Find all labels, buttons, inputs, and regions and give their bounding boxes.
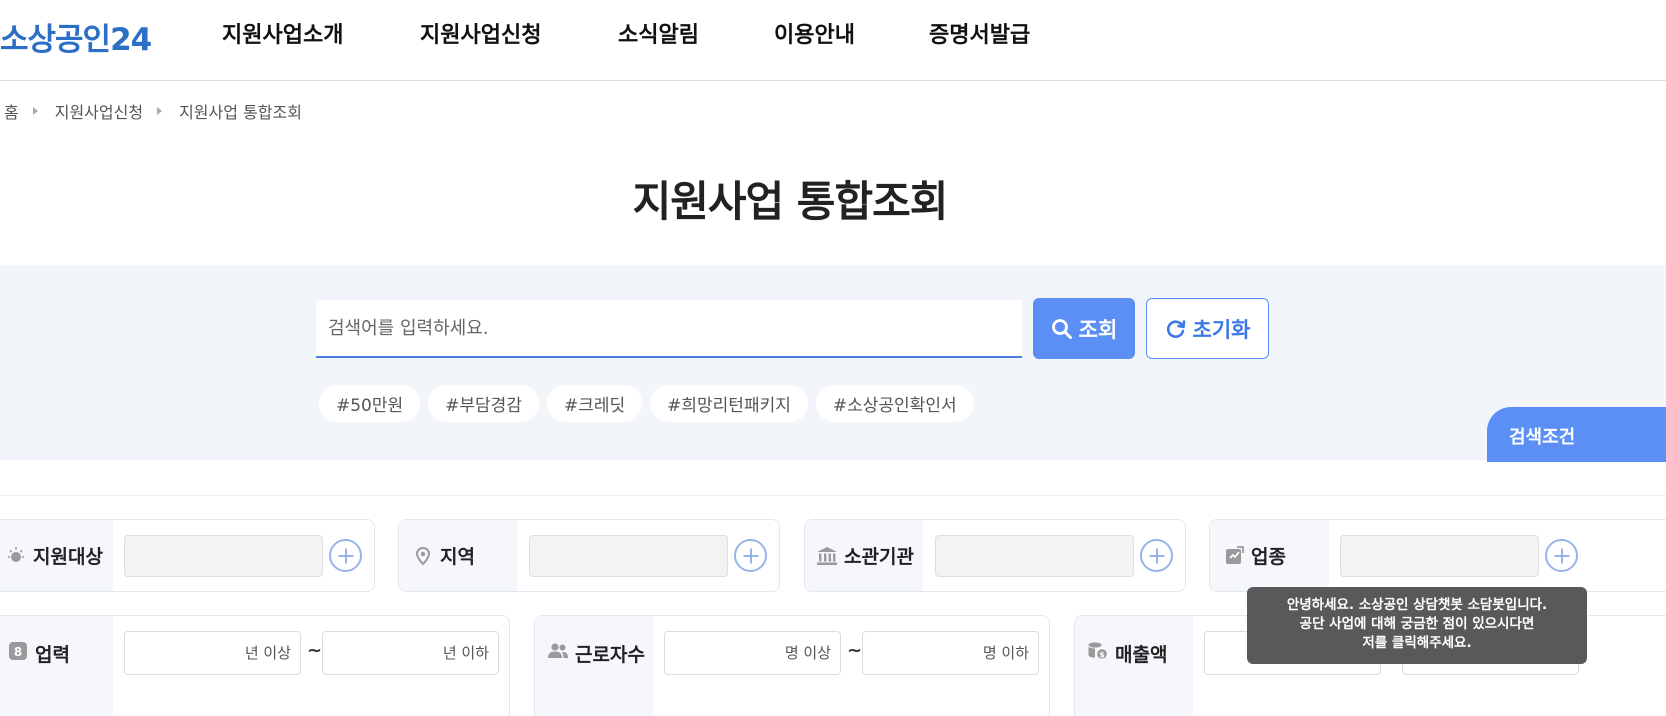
breadcrumb-current: 지원사업 통합조회 [179, 103, 302, 122]
hashtag-chip[interactable]: #부담경감 [428, 385, 539, 422]
search-icon [1051, 318, 1072, 339]
filter-sales-label: $ 매출액 [1075, 616, 1193, 716]
nav-item-program-intro[interactable]: 지원사업소개 [222, 17, 343, 49]
search-section: 조회 초기화 #50만원 #부담경감 #크레딧 #희망리턴패키지 #소상공인확인… [0, 265, 1666, 462]
breadcrumb-separator-icon [157, 107, 163, 115]
filter-agency-select[interactable] [935, 535, 1134, 577]
workers-max-input[interactable]: 명 이하 [862, 631, 1039, 675]
hashtag-list: #50만원 #부담경감 #크레딧 #희망리턴패키지 #소상공인확인서 [319, 385, 974, 422]
filter-region-label: 지역 [399, 520, 517, 591]
chatbot-line: 안녕하세요. 소상공인 상담챗봇 소담봇입니다. [1286, 597, 1548, 613]
career-min-input[interactable]: 년 이상 [124, 631, 301, 675]
add-agency-icon[interactable] [1140, 539, 1173, 572]
filter-target: 지원대상 [0, 519, 375, 592]
add-region-icon[interactable] [734, 539, 767, 572]
site-logo[interactable]: 소상공인24 [0, 14, 152, 59]
coins-icon: $ [1087, 640, 1109, 662]
search-button[interactable]: 조회 [1033, 298, 1135, 359]
filter-workers-label: 근로자수 [535, 616, 653, 716]
breadcrumb-separator-icon [32, 107, 38, 115]
breadcrumb-program-apply[interactable]: 지원사업신청 [55, 99, 143, 123]
breadcrumb-home[interactable]: 홈 [4, 99, 19, 123]
calendar-icon: 8 [7, 640, 29, 662]
svg-text:$: $ [1099, 651, 1105, 660]
people-icon [547, 640, 569, 662]
filter-target-label: 지원대상 [0, 520, 113, 591]
nav-item-program-apply[interactable]: 지원사업신청 [420, 17, 541, 49]
refresh-icon [1166, 319, 1185, 338]
header: 소상공인24 지원사업소개 지원사업신청 소식알림 이용안내 증명서발급 [0, 0, 1666, 81]
filter-sales-text: 매출액 [1115, 644, 1168, 666]
institution-icon [816, 545, 838, 567]
page: 소상공인24 지원사업소개 지원사업신청 소식알림 이용안내 증명서발급 홈 지… [0, 0, 1666, 716]
filter-agency-text: 소관기관 [844, 546, 914, 568]
nav-item-guide[interactable]: 이용안내 [774, 17, 855, 49]
reset-button-label: 초기화 [1192, 317, 1251, 342]
bulb-icon [5, 545, 27, 567]
svg-text:8: 8 [14, 645, 22, 659]
filter-industry-select[interactable] [1340, 535, 1539, 577]
chatbot-bubble[interactable]: 안녕하세요. 소상공인 상담챗봇 소담봇입니다. 공단 사업에 대해 궁금한 점… [1247, 587, 1587, 664]
hashtag-chip[interactable]: #크레딧 [546, 385, 643, 422]
range-tilde: ~ [847, 640, 863, 661]
filter-target-text: 지원대상 [33, 546, 103, 568]
chatbot-line: 공단 사업에 대해 궁금한 점이 있으시다면 [1299, 616, 1535, 632]
search-input[interactable] [316, 300, 1022, 358]
industry-icon [1223, 545, 1245, 567]
location-pin-icon [412, 545, 434, 567]
reset-button[interactable]: 초기화 [1146, 298, 1269, 359]
filter-region: 지역 [398, 519, 780, 592]
filter-career-text: 업력 [35, 644, 70, 666]
filter-workers-text: 근로자수 [575, 644, 645, 666]
filter-region-select[interactable] [529, 535, 728, 577]
filter-workers: 근로자수 명 이상 ~ 명 이하 [534, 615, 1050, 716]
search-condition-tab[interactable]: 검색조건 [1487, 407, 1666, 462]
filter-industry: 업종 [1209, 519, 1666, 592]
nav-item-news[interactable]: 소식알림 [618, 17, 699, 49]
filter-industry-label: 업종 [1210, 520, 1329, 591]
chatbot-line: 저를 클릭해주세요. [1362, 635, 1472, 651]
filter-target-select[interactable] [124, 535, 323, 577]
add-target-icon[interactable] [329, 539, 362, 572]
search-button-label: 조회 [1078, 317, 1118, 342]
career-max-input[interactable]: 년 이하 [322, 631, 499, 675]
filter-industry-text: 업종 [1251, 546, 1286, 568]
filter-agency: 소관기관 [804, 519, 1186, 592]
filter-agency-label: 소관기관 [805, 520, 923, 591]
nav-item-certificate[interactable]: 증명서발급 [929, 17, 1030, 49]
hashtag-chip[interactable]: #50만원 [319, 385, 421, 422]
add-industry-icon[interactable] [1545, 539, 1578, 572]
filter-career-label: 8 업력 [0, 616, 113, 716]
filter-career: 8 업력 년 이상 ~ 년 이하 [0, 615, 510, 716]
range-tilde: ~ [307, 640, 323, 661]
breadcrumb: 홈 지원사업신청 지원사업 통합조회 [4, 99, 302, 123]
page-title: 지원사업 통합조회 [632, 177, 949, 226]
hashtag-chip[interactable]: #희망리턴패키지 [650, 385, 808, 422]
workers-min-input[interactable]: 명 이상 [664, 631, 841, 675]
filter-region-text: 지역 [440, 546, 475, 568]
divider [0, 495, 1666, 496]
hashtag-chip[interactable]: #소상공인확인서 [815, 385, 974, 422]
